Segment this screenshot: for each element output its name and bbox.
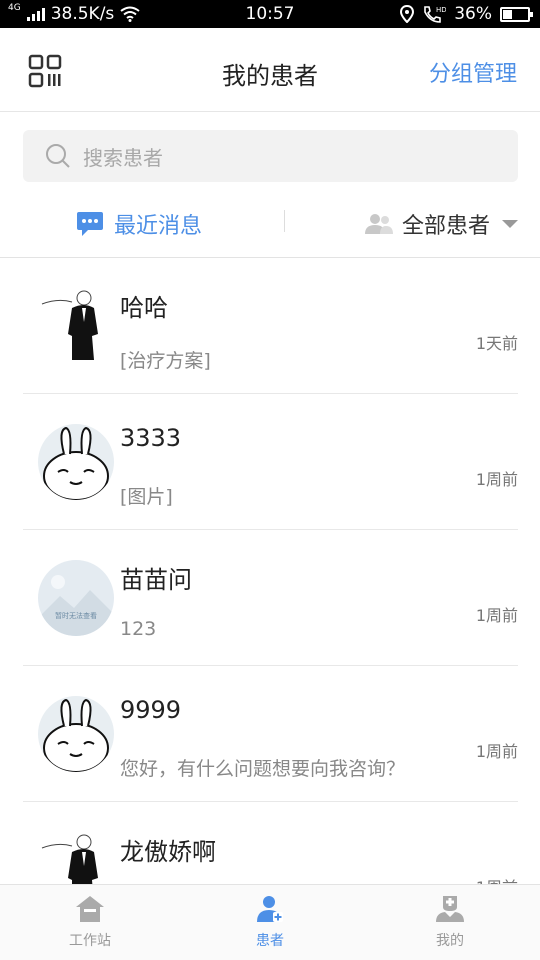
search-input[interactable]: 搜索患者 [23,130,518,182]
nav-patients-label: 患者 [256,933,284,949]
people-icon [364,214,393,234]
message-preview: [治疗方案] [120,350,211,372]
message-time: 1周前 [475,742,518,761]
chevron-down-icon [502,220,518,228]
nav-patients[interactable]: 患者 [210,895,330,950]
patient-name: 9999 [120,696,182,724]
nav-profile[interactable]: 我的 [390,895,510,950]
patient-icon [257,896,283,922]
location-icon [400,5,415,23]
hd-call-icon: HD [424,6,446,23]
message-time: 1天前 [475,334,518,353]
message-time: 1周前 [475,606,518,625]
patient-list-item[interactable]: 哈哈 [治疗方案] 1天前 [0,258,540,394]
patient-name: 苗苗问 [120,566,192,594]
search-and-filter: 搜索患者 最近消息 全部患者 [0,112,540,258]
avatar [38,696,114,772]
battery-icon [500,6,533,22]
search-placeholder: 搜索患者 [83,145,163,170]
patient-name: 哈哈 [120,294,168,322]
battery-percent: 36% [454,4,492,24]
bottom-navigation: 工作站 患者 我的 [0,884,540,960]
patient-list: 哈哈 [治疗方案] 1天前 3333 [图片] 1周前 暂时无法查看 苗苗问 123 1周前 999… [0,258,540,884]
group-management-button[interactable]: 分组管理 [429,56,517,88]
message-time: 1周前 [475,470,518,489]
status-bar: 4G 38.5K/s 10:57 HD 36% [0,0,540,28]
doctor-icon [436,896,464,922]
nav-workstation-label: 工作站 [69,933,111,949]
filter-tabs: 最近消息 全部患者 [0,184,540,258]
home-icon [76,896,104,922]
svg-text:HD: HD [436,6,446,14]
patient-name: 3333 [120,424,182,452]
tab-recent-messages-label: 最近消息 [114,214,203,239]
message-preview: 您好，有什么问题想要向我咨询？ [120,758,406,780]
message-preview: [图片] [120,486,173,508]
message-preview: 123 [120,618,157,640]
patient-list-item[interactable]: 龙傲娇啊 1周前 [0,802,540,884]
tab-recent-messages[interactable]: 最近消息 [76,208,202,240]
avatar [38,288,114,364]
tab-divider [284,210,285,232]
patient-list-item[interactable]: 9999 您好，有什么问题想要向我咨询？ 1周前 [0,666,540,802]
search-icon [46,144,70,168]
message-icon [77,212,103,236]
tab-all-patients-label: 全部患者 [401,214,490,239]
app-header: 我的患者 分组管理 [0,28,540,112]
patient-name: 龙傲娇啊 [120,838,216,866]
avatar-placeholder-text: 暂时无法查看 [55,611,97,620]
avatar: 暂时无法查看 [38,560,114,636]
patient-list-item[interactable]: 暂时无法查看 苗苗问 123 1周前 [0,530,540,666]
tab-all-patients[interactable]: 全部患者 [364,208,518,240]
message-time: 1周前 [476,874,518,884]
nav-profile-label: 我的 [436,933,464,949]
avatar [38,832,114,884]
nav-workstation[interactable]: 工作站 [30,895,150,950]
avatar [38,424,114,500]
patient-list-item[interactable]: 3333 [图片] 1周前 [0,394,540,530]
